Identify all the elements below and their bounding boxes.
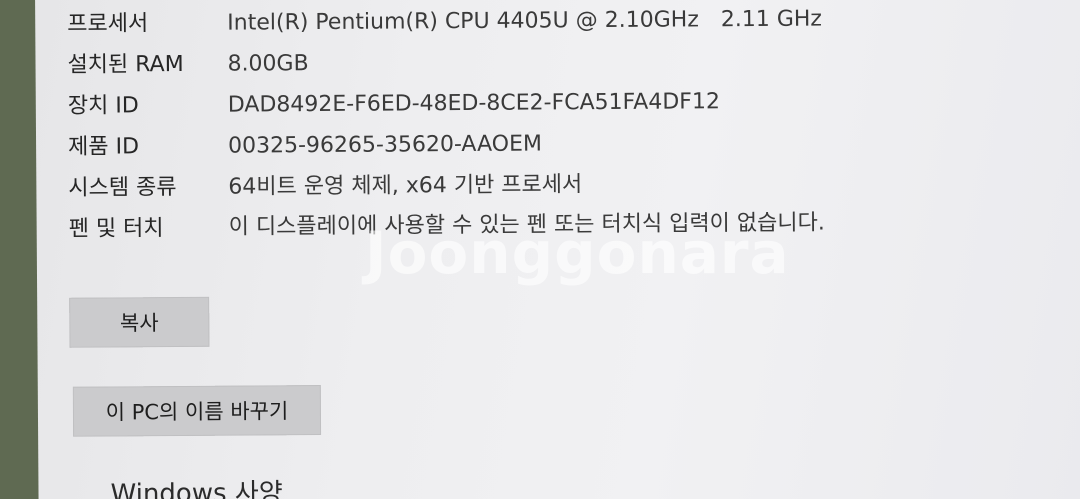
spec-row-pen-touch: 펜 및 터치 이 디스플레이에 사용할 수 있는 펜 또는 터치식 입력이 없습…	[69, 202, 1049, 250]
spec-label: 설치된 RAM	[67, 51, 184, 78]
spec-value: 이 디스플레이에 사용할 수 있는 펜 또는 터치식 입력이 없습니다.	[228, 210, 825, 240]
spec-row-product-id: 제품 ID 00325-96265-35620-AAOEM	[68, 120, 1048, 168]
spec-row-ram: 설치된 RAM 8.00GB	[67, 38, 1047, 86]
about-settings-panel: 프로세서 Intel(R) Pentium(R) CPU 4405U @ 2.1…	[35, 0, 1080, 499]
spec-value: 8.00GB	[227, 51, 309, 77]
spec-label: 프로세서	[67, 11, 149, 37]
device-specifications: 프로세서 Intel(R) Pentium(R) CPU 4405U @ 2.1…	[67, 0, 1049, 250]
windows-spec-heading: Windows 사양	[110, 478, 283, 499]
rename-pc-button[interactable]: 이 PC의 이름 바꾸기	[72, 385, 322, 437]
copy-button[interactable]: 복사	[69, 296, 210, 348]
spec-label: 펜 및 터치	[68, 216, 164, 242]
spec-label: 시스템 종류	[68, 175, 177, 201]
spec-value: 64비트 운영 체제, x64 기반 프로세서	[228, 172, 583, 200]
spec-label: 제품 ID	[68, 134, 140, 160]
spec-value: DAD8492E-F6ED-48ED-8CE2-FCA51FA4DF12	[227, 89, 720, 118]
spec-label: 장치 ID	[67, 93, 139, 119]
spec-value: 00325-96265-35620-AAOEM	[228, 131, 542, 159]
processor-name: Intel(R) Pentium(R) CPU 4405U @ 2.10GHz	[227, 7, 699, 36]
spec-row-system-type: 시스템 종류 64비트 운영 체제, x64 기반 프로세서	[68, 161, 1048, 209]
spec-row-device-id: 장치 ID DAD8492E-F6ED-48ED-8CE2-FCA51FA4DF…	[68, 79, 1048, 127]
spec-value: Intel(R) Pentium(R) CPU 4405U @ 2.10GHz 2…	[227, 0, 822, 44]
processor-speed: 2.11 GHz	[720, 6, 823, 33]
